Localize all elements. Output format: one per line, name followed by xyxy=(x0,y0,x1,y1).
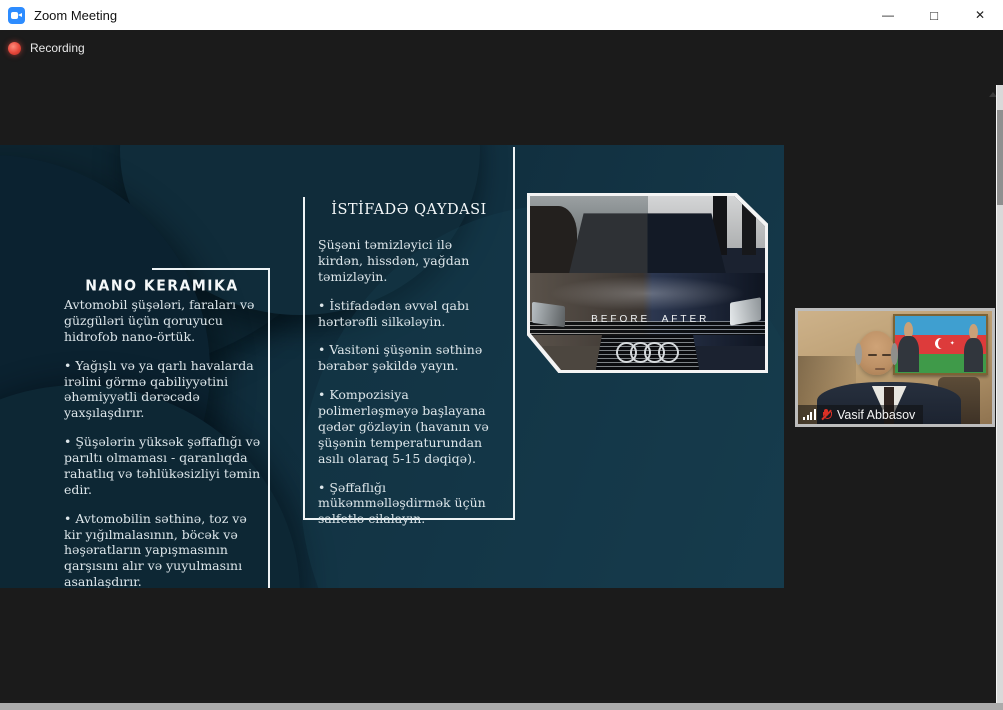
left-panel-paragraph: • Yağışlı və ya qarlı havalarda irəlini … xyxy=(64,358,264,422)
car-headlight-left xyxy=(532,302,565,327)
close-button[interactable]: ✕ xyxy=(957,0,1003,30)
participant-video-tile[interactable]: ✦ Vasif Abba xyxy=(795,308,995,427)
recording-label: Recording xyxy=(30,41,85,55)
shared-screen-slide: NANO KERAMIKA Avtomobil şüşələri, farala… xyxy=(0,145,784,588)
before-label: BEFORE xyxy=(591,314,650,325)
left-panel-paragraph: • Şüşələrin yüksək şəffaflığı və parıltı… xyxy=(64,434,264,498)
car-photo: BEFORE AFTER xyxy=(530,196,765,370)
usage-panel-paragraph: • İstifadədən əvvəl qabı hərtərəfli silk… xyxy=(318,298,500,330)
recording-indicator: Recording xyxy=(8,41,85,55)
left-panel-heading: NANO KERAMIKA xyxy=(54,277,270,294)
signal-strength-icon xyxy=(803,409,817,420)
minimize-button[interactable]: — xyxy=(865,0,911,30)
audi-ring xyxy=(658,342,679,363)
portrait-figure xyxy=(897,322,921,372)
participant-video-frame: ✦ Vasif Abba xyxy=(798,311,992,424)
left-panel-body: Avtomobil şüşələri, faraları və güzgülər… xyxy=(64,297,264,588)
participant-name: Vasif Abbasov xyxy=(837,408,915,422)
titlebar: Zoom Meeting — □ ✕ xyxy=(0,0,1003,30)
usage-panel-frame-left xyxy=(303,197,305,520)
window-bottom-edge xyxy=(0,703,1003,710)
scrollbar-thumb[interactable] xyxy=(997,110,1003,205)
usage-panel-frame-right xyxy=(513,147,515,520)
after-label: AFTER xyxy=(662,314,710,325)
usage-panel-paragraph: • Şəffaflığı mükəmməlləşdirmək üçün salf… xyxy=(318,480,500,528)
window-controls: — □ ✕ xyxy=(865,0,1003,30)
azerbaijan-flag-picture: ✦ xyxy=(893,314,988,375)
usage-panel-paragraph: • Vasitəni şüşənin səthinə bərabər şəkil… xyxy=(318,342,500,374)
left-panel-paragraph: • Avtomobilin səthinə, toz və kir yığılm… xyxy=(64,511,264,588)
left-panel-frame-top xyxy=(152,268,270,270)
zoom-logo-icon xyxy=(8,7,25,24)
usage-panel-paragraph: Şüşəni təmizləyici ilə kirdən, hissdən, … xyxy=(318,237,500,285)
portrait-figure xyxy=(963,324,985,371)
usage-panel-paragraph: • Kompozisiya polimerləşməyə başlayana q… xyxy=(318,387,500,466)
car-windshield xyxy=(568,213,728,279)
window-title: Zoom Meeting xyxy=(34,8,117,23)
usage-panel-heading: İSTİFADƏ QAYDASI xyxy=(318,202,500,218)
participant-name-bar: Vasif Abbasov xyxy=(798,405,923,424)
star-icon: ✦ xyxy=(950,340,955,347)
recording-icon xyxy=(8,42,21,55)
crescent-icon xyxy=(935,338,946,349)
mic-muted-icon xyxy=(821,409,831,421)
left-panel-frame-right xyxy=(268,268,270,588)
zoom-meeting-window: Zoom Meeting — □ ✕ Recording NANO KERAMI… xyxy=(0,0,1003,710)
maximize-button[interactable]: □ xyxy=(911,0,957,30)
usage-panel-body: Şüşəni təmizləyici ilə kirdən, hissdən, … xyxy=(318,237,500,540)
before-after-image: BEFORE AFTER xyxy=(527,193,768,373)
left-panel-paragraph: Avtomobil şüşələri, faraları və güzgülər… xyxy=(64,297,264,345)
